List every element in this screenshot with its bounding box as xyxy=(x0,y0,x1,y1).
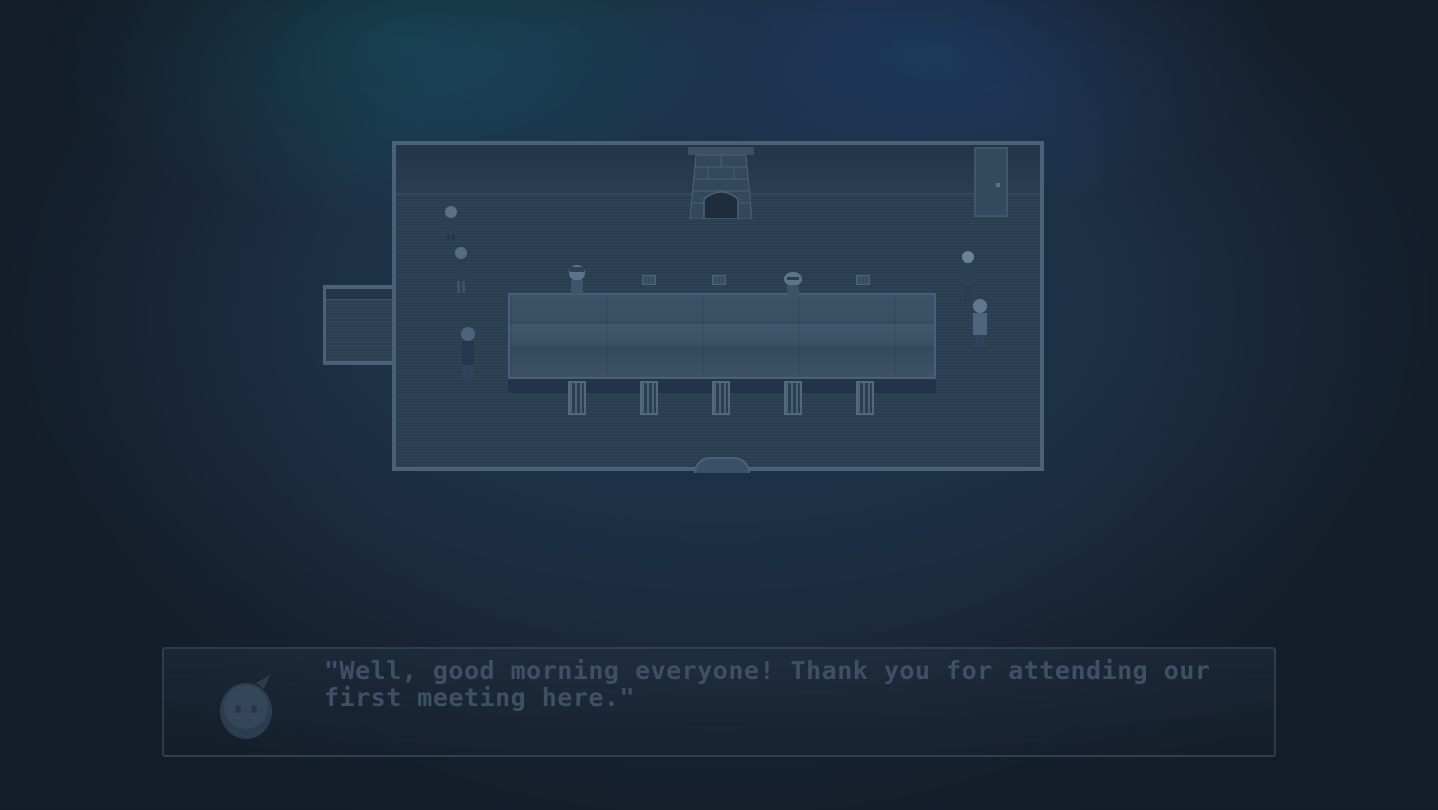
bottom-exit xyxy=(694,457,750,473)
chair xyxy=(856,275,870,285)
chair xyxy=(784,381,802,415)
entrance-corridor xyxy=(323,285,396,365)
meeting-room xyxy=(392,141,1044,473)
corridor-wall xyxy=(326,289,396,300)
character-standing-3 xyxy=(461,327,475,381)
meeting-table xyxy=(508,293,936,379)
chair xyxy=(640,381,658,415)
character-seated-left xyxy=(569,265,585,294)
chair xyxy=(568,381,586,415)
character-standing-5 xyxy=(973,299,987,347)
chair xyxy=(642,275,656,285)
chair xyxy=(856,381,874,415)
side-door xyxy=(974,147,1008,217)
game-screen: "Well, good morning everyone! Thank you … xyxy=(0,0,1438,810)
character-standing-1 xyxy=(445,206,457,240)
character-standing-2 xyxy=(455,247,467,293)
character-seated-right xyxy=(784,272,802,297)
speaker-portrait-icon xyxy=(220,675,272,739)
dialog-box[interactable]: "Well, good morning everyone! Thank you … xyxy=(162,647,1276,757)
door-knob xyxy=(996,183,1000,187)
fireplace xyxy=(688,147,754,219)
dialog-line-2: first meeting here." xyxy=(324,683,636,712)
dialog-text: "Well, good morning everyone! Thank you … xyxy=(324,657,1254,711)
chair xyxy=(712,275,726,285)
dialog-line-1: "Well, good morning everyone! Thank you … xyxy=(324,656,1211,685)
chair xyxy=(712,381,730,415)
